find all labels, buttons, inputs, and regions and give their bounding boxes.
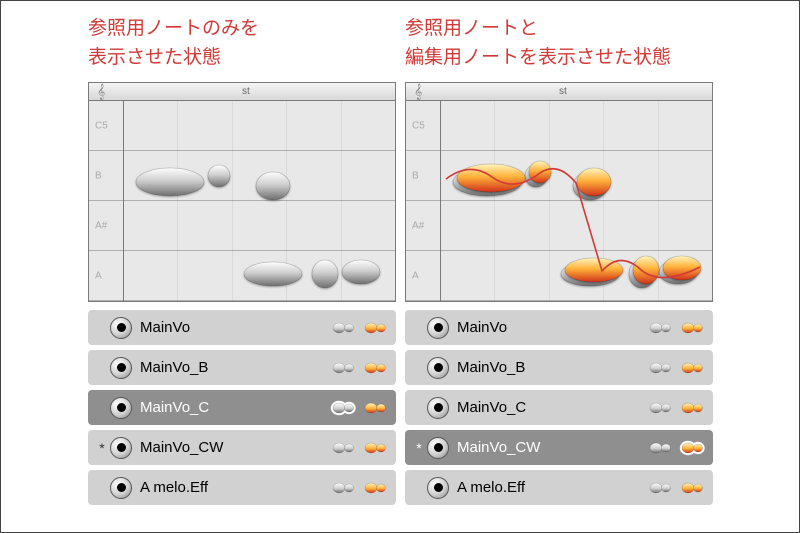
caption-left: 参照用ノートのみを 表示させた状態: [88, 14, 259, 73]
edit-notes-toggle-icon[interactable]: [362, 400, 388, 416]
note-blob-reference[interactable]: [341, 259, 381, 285]
reference-notes-toggle-icon[interactable]: [330, 440, 356, 456]
ruler-mark: st: [559, 86, 567, 97]
note-blob-reference[interactable]: [243, 261, 303, 287]
track-row[interactable]: MainVo_B: [88, 350, 396, 385]
track-row[interactable]: MainVo: [405, 310, 713, 345]
record-enable-button[interactable]: [110, 317, 132, 339]
note-editor-panel-reference-and-edit[interactable]: 𝄞 st C5 B A# A: [405, 82, 713, 302]
track-row[interactable]: * MainVo_CW: [405, 430, 713, 465]
record-enable-button[interactable]: [110, 437, 132, 459]
track-row[interactable]: A melo.Eff: [405, 470, 713, 505]
edit-notes-toggle-icon[interactable]: [362, 320, 388, 336]
edit-notes-toggle-icon[interactable]: [362, 440, 388, 456]
track-row[interactable]: MainVo: [88, 310, 396, 345]
track-row[interactable]: MainVo_C: [405, 390, 713, 425]
caption-right: 参照用ノートと 編集用ノートを表示させた状態: [405, 14, 671, 73]
track-starred-indicator: *: [96, 440, 108, 456]
track-list-left: MainVo MainVo_B MainVo_C * MainVo_CW A melo.E…: [88, 310, 396, 510]
track-name-label: A melo.Eff: [140, 479, 330, 496]
edit-notes-toggle-icon[interactable]: [362, 480, 388, 496]
note-blob-reference[interactable]: [135, 167, 205, 197]
record-enable-button[interactable]: [427, 437, 449, 459]
track-name-label: MainVo: [457, 319, 647, 336]
record-enable-button[interactable]: [427, 397, 449, 419]
track-name-label: MainVo_C: [457, 399, 647, 416]
pitch-label: A: [412, 270, 419, 281]
edit-notes-toggle-icon[interactable]: [362, 360, 388, 376]
record-enable-button[interactable]: [110, 357, 132, 379]
timeline-ruler[interactable]: 𝄞 st: [89, 83, 395, 101]
note-blob-edit[interactable]: [456, 163, 526, 193]
record-enable-button[interactable]: [427, 317, 449, 339]
track-starred-indicator: *: [413, 440, 425, 456]
record-enable-button[interactable]: [427, 477, 449, 499]
note-blob-reference[interactable]: [255, 171, 291, 201]
ruler-mark: st: [242, 86, 250, 97]
track-name-label: MainVo_CW: [140, 439, 330, 456]
edit-notes-toggle-icon[interactable]: [679, 320, 705, 336]
note-canvas[interactable]: [123, 101, 395, 301]
note-blob-edit[interactable]: [632, 255, 660, 285]
record-enable-button[interactable]: [427, 357, 449, 379]
pitch-label: A#: [95, 220, 107, 231]
note-blob-reference[interactable]: [311, 259, 339, 289]
note-editor-panel-reference-only[interactable]: 𝄞 st C5 B A# A: [88, 82, 396, 302]
clef-icon: 𝄞: [414, 83, 422, 100]
track-name-label: MainVo_CW: [457, 439, 647, 456]
edit-notes-toggle-icon[interactable]: [679, 480, 705, 496]
reference-notes-toggle-icon[interactable]: [330, 360, 356, 376]
track-name-label: MainVo_B: [457, 359, 647, 376]
track-name-label: MainVo_C: [140, 399, 330, 416]
pitch-label: A#: [412, 220, 424, 231]
pitch-label: A: [95, 270, 102, 281]
track-row[interactable]: MainVo_B: [405, 350, 713, 385]
reference-notes-toggle-icon[interactable]: [647, 320, 673, 336]
reference-notes-toggle-icon[interactable]: [647, 360, 673, 376]
record-enable-button[interactable]: [110, 397, 132, 419]
reference-notes-toggle-icon[interactable]: [330, 320, 356, 336]
note-blob-edit[interactable]: [564, 257, 624, 283]
edit-notes-toggle-icon[interactable]: [679, 400, 705, 416]
edit-notes-toggle-icon[interactable]: [679, 360, 705, 376]
reference-notes-toggle-icon[interactable]: [330, 400, 356, 416]
note-blob-reference[interactable]: [207, 164, 231, 188]
record-enable-button[interactable]: [110, 477, 132, 499]
note-blob-edit[interactable]: [662, 255, 702, 281]
reference-notes-toggle-icon[interactable]: [330, 480, 356, 496]
note-blob-edit[interactable]: [576, 167, 612, 197]
reference-notes-toggle-icon[interactable]: [647, 440, 673, 456]
track-name-label: MainVo: [140, 319, 330, 336]
edit-notes-toggle-icon[interactable]: [679, 440, 705, 456]
track-row[interactable]: A melo.Eff: [88, 470, 396, 505]
reference-notes-toggle-icon[interactable]: [647, 480, 673, 496]
note-blob-edit[interactable]: [528, 160, 552, 184]
timeline-ruler[interactable]: 𝄞 st: [406, 83, 712, 101]
track-list-right: MainVo MainVo_B MainVo_C * MainVo_CW A melo.E…: [405, 310, 713, 510]
note-canvas[interactable]: [440, 101, 712, 301]
reference-notes-toggle-icon[interactable]: [647, 400, 673, 416]
pitch-label: C5: [95, 120, 108, 131]
clef-icon: 𝄞: [97, 83, 105, 100]
pitch-label: B: [412, 170, 419, 181]
track-row[interactable]: MainVo_C: [88, 390, 396, 425]
track-row[interactable]: * MainVo_CW: [88, 430, 396, 465]
pitch-label: B: [95, 170, 102, 181]
track-name-label: A melo.Eff: [457, 479, 647, 496]
track-name-label: MainVo_B: [140, 359, 330, 376]
pitch-label: C5: [412, 120, 425, 131]
